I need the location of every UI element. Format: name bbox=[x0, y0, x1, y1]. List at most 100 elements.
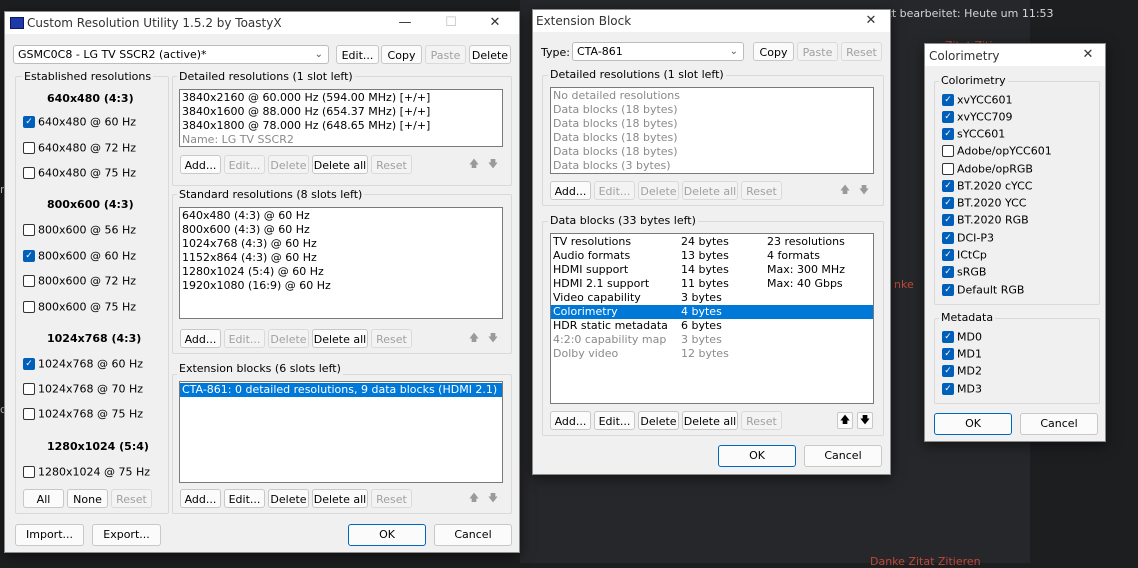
reset-standard-button[interactable]: Reset bbox=[371, 329, 412, 348]
datablocks-list[interactable]: TV resolutions 24 bytes 23 resolutions Aud… bbox=[550, 233, 874, 404]
list-item[interactable]: No detailed resolutions bbox=[551, 89, 873, 103]
colorimetry-checkbox[interactable]: Adobe/opRGB bbox=[942, 162, 1033, 176]
move-up-icon[interactable]: 🡅 bbox=[838, 183, 852, 198]
established-checkbox[interactable]: 640x480 @ 72 Hz bbox=[23, 141, 136, 155]
import-button[interactable]: Import... bbox=[15, 524, 84, 546]
list-item[interactable]: 1920x1080 (16:9) @ 60 Hz bbox=[180, 279, 502, 293]
delete-all-datablock-button[interactable]: Delete all bbox=[682, 411, 738, 430]
move-up-icon[interactable]: 🡅 bbox=[467, 331, 481, 346]
move-down-icon[interactable]: 🡇 bbox=[857, 412, 873, 429]
colorimetry-checkbox[interactable]: ✓ ICtCp bbox=[942, 248, 987, 262]
colorimetry-checkbox[interactable]: ✓ Default RGB bbox=[942, 283, 1024, 297]
table-row[interactable]: 4:2:0 capability map 3 bytes bbox=[551, 333, 873, 347]
list-item[interactable]: Data blocks (3 bytes) bbox=[551, 159, 873, 173]
background-link[interactable]: nke bbox=[894, 278, 914, 291]
established-checkbox[interactable]: ✓ 1024x768 @ 60 Hz bbox=[23, 357, 143, 371]
move-down-icon[interactable]: 🡇 bbox=[486, 491, 500, 506]
add-detailed-button[interactable]: Add... bbox=[180, 155, 221, 174]
extension-list[interactable]: CTA-861: 0 detailed resolutions, 9 data … bbox=[179, 381, 503, 483]
delete-extension-button[interactable]: Delete bbox=[268, 489, 309, 508]
list-item[interactable]: Data blocks (18 bytes) bbox=[551, 131, 873, 145]
established-checkbox[interactable]: ✓ 640x480 @ 60 Hz bbox=[23, 115, 136, 129]
colorimetry-checkbox[interactable]: ✓ DCI-P3 bbox=[942, 231, 994, 245]
standard-list[interactable]: 640x480 (4:3) @ 60 Hz 800x600 (4:3) @ 60… bbox=[179, 207, 503, 319]
list-item[interactable]: Data blocks (18 bytes) bbox=[551, 117, 873, 131]
cancel-button[interactable]: Cancel bbox=[434, 524, 512, 546]
reset-extension-button[interactable]: Reset bbox=[371, 489, 412, 508]
colorimetry-checkbox[interactable]: ✓ BT.2020 RGB bbox=[942, 213, 1029, 227]
list-item[interactable]: 3840x1600 @ 88.000 Hz (654.37 MHz) [+/+] bbox=[180, 105, 502, 119]
table-row[interactable]: HDMI support 14 bytes Max: 300 MHz bbox=[551, 263, 873, 277]
table-row[interactable]: HDR static metadata 6 bytes bbox=[551, 319, 873, 333]
list-item[interactable]: CTA-861: 0 detailed resolutions, 9 data … bbox=[180, 383, 502, 397]
close-icon[interactable]: ✕ bbox=[1073, 44, 1103, 66]
edit-datablock-button[interactable]: Edit... bbox=[594, 411, 635, 430]
reset-datablock-button[interactable]: Reset bbox=[741, 411, 782, 430]
maximize-icon[interactable]: ☐ bbox=[429, 12, 473, 34]
add-datablock-button[interactable]: Add... bbox=[550, 411, 591, 430]
move-up-icon[interactable]: 🡅 bbox=[837, 412, 853, 429]
close-icon[interactable]: ✕ bbox=[473, 12, 517, 34]
minimize-icon[interactable]: — bbox=[383, 12, 427, 34]
delete-ext-detailed-button[interactable]: Delete bbox=[638, 181, 679, 200]
delete-all-detailed-button[interactable]: Delete all bbox=[312, 155, 368, 174]
select-none-button[interactable]: None bbox=[67, 489, 108, 508]
reset-detailed-button[interactable]: Reset bbox=[371, 155, 412, 174]
extension-titlebar[interactable]: Extension Block ✕ bbox=[533, 10, 890, 32]
list-item[interactable]: 1280x1024 (5:4) @ 60 Hz bbox=[180, 265, 502, 279]
cru-titlebar[interactable]: Custom Resolution Utility 1.5.2 by Toast… bbox=[5, 12, 519, 34]
list-item[interactable]: 640x480 (4:3) @ 60 Hz bbox=[180, 209, 502, 223]
monitor-select[interactable]: GSMC0C8 - LG TV SSCR2 (active)* ⌄ bbox=[13, 45, 329, 64]
add-extension-button[interactable]: Add... bbox=[180, 489, 221, 508]
ok-button[interactable]: OK bbox=[934, 413, 1012, 435]
move-down-icon[interactable]: 🡇 bbox=[857, 183, 871, 198]
move-up-icon[interactable]: 🡅 bbox=[467, 157, 481, 172]
colorimetry-checkbox[interactable]: ✓ BT.2020 cYCC bbox=[942, 179, 1032, 193]
list-item[interactable]: 1024x768 (4:3) @ 60 Hz bbox=[180, 237, 502, 251]
colorimetry-checkbox[interactable]: ✓ BT.2020 YCC bbox=[942, 196, 1026, 210]
edit-extension-button[interactable]: Edit... bbox=[224, 489, 265, 508]
table-row[interactable]: TV resolutions 24 bytes 23 resolutions bbox=[551, 235, 873, 249]
delete-all-extension-button[interactable]: Delete all bbox=[312, 489, 368, 508]
edit-standard-button[interactable]: Edit... bbox=[224, 329, 265, 348]
delete-all-ext-detailed-button[interactable]: Delete all bbox=[682, 181, 738, 200]
ok-button[interactable]: OK bbox=[718, 445, 796, 467]
move-down-icon[interactable]: 🡇 bbox=[486, 157, 500, 172]
background-link[interactable]: Danke Zitat Zitieren bbox=[870, 555, 981, 568]
list-item[interactable]: Data blocks (18 bytes) bbox=[551, 103, 873, 117]
table-row[interactable]: HDMI 2.1 support 11 bytes Max: 40 Gbps bbox=[551, 277, 873, 291]
move-down-icon[interactable]: 🡇 bbox=[486, 331, 500, 346]
paste-monitor-button[interactable]: Paste bbox=[425, 45, 466, 64]
add-standard-button[interactable]: Add... bbox=[180, 329, 221, 348]
delete-all-standard-button[interactable]: Delete all bbox=[312, 329, 368, 348]
ok-button[interactable]: OK bbox=[348, 524, 426, 546]
detailed-list[interactable]: 3840x2160 @ 60.000 Hz (594.00 MHz) [+/+]… bbox=[179, 89, 503, 147]
list-item[interactable]: Data blocks (18 bytes) bbox=[551, 145, 873, 159]
copy-monitor-button[interactable]: Copy bbox=[381, 45, 422, 64]
table-row[interactable]: Video capability 3 bytes bbox=[551, 291, 873, 305]
edit-monitor-button[interactable]: Edit... bbox=[336, 45, 379, 64]
reset-established-button[interactable]: Reset bbox=[111, 489, 152, 508]
list-item[interactable]: Name: LG TV SSCR2 bbox=[180, 133, 502, 146]
ext-detailed-list[interactable]: No detailed resolutions Data blocks (18 … bbox=[550, 87, 874, 174]
paste-block-button[interactable]: Paste bbox=[797, 42, 838, 61]
metadata-checkbox[interactable]: ✓ MD1 bbox=[942, 347, 982, 361]
established-checkbox[interactable]: 1024x768 @ 70 Hz bbox=[23, 382, 143, 396]
delete-monitor-button[interactable]: Delete bbox=[469, 45, 511, 64]
established-checkbox[interactable]: 640x480 @ 75 Hz bbox=[23, 166, 136, 180]
colorimetry-checkbox[interactable]: ✓ sRGB bbox=[942, 265, 986, 279]
move-up-icon[interactable]: 🡅 bbox=[467, 491, 481, 506]
metadata-checkbox[interactable]: ✓ MD0 bbox=[942, 330, 982, 344]
type-select[interactable]: CTA-861 ⌄ bbox=[572, 42, 744, 61]
established-checkbox[interactable]: 1024x768 @ 75 Hz bbox=[23, 407, 143, 421]
metadata-checkbox[interactable]: ✓ MD2 bbox=[942, 364, 982, 378]
list-item[interactable]: 3840x2160 @ 60.000 Hz (594.00 MHz) [+/+] bbox=[180, 91, 502, 105]
list-item[interactable]: 800x600 (4:3) @ 60 Hz bbox=[180, 223, 502, 237]
colorimetry-checkbox[interactable]: ✓ xvYCC709 bbox=[942, 110, 1013, 124]
close-icon[interactable]: ✕ bbox=[853, 10, 889, 32]
edit-ext-detailed-button[interactable]: Edit... bbox=[594, 181, 635, 200]
delete-standard-button[interactable]: Delete bbox=[268, 329, 309, 348]
add-ext-detailed-button[interactable]: Add... bbox=[550, 181, 591, 200]
colorimetry-checkbox[interactable]: ✓ sYCC601 bbox=[942, 127, 1005, 141]
copy-block-button[interactable]: Copy bbox=[753, 42, 794, 61]
